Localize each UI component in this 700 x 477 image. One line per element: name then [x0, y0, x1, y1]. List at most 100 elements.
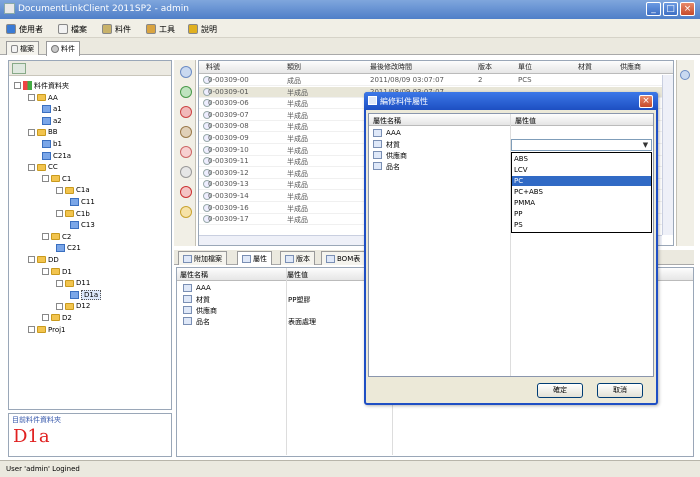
collapse-icon[interactable]	[42, 175, 49, 183]
collapse-icon[interactable]	[56, 210, 63, 217]
table-cell: 0-00309-17	[208, 215, 249, 224]
collapse-icon[interactable]	[56, 302, 63, 310]
tab-parts[interactable]: 料件	[46, 41, 80, 56]
grid-column-header[interactable]: 料號	[206, 62, 220, 72]
collapse-icon[interactable]	[28, 256, 35, 264]
material-option[interactable]: PS	[512, 220, 651, 230]
structure-icon[interactable]	[180, 186, 192, 198]
grid-column-header[interactable]: 版本	[478, 62, 492, 72]
table-cell: 0-00309-10	[208, 145, 249, 154]
grid-column-header[interactable]: 單位	[518, 62, 532, 72]
detail-tab-3[interactable]: BOM表	[321, 251, 366, 265]
collapse-icon[interactable]	[28, 128, 35, 136]
tree-node-d2[interactable]: D2	[42, 312, 72, 323]
status-bar: User 'admin' Logined	[0, 460, 700, 477]
delete-icon[interactable]	[180, 106, 192, 118]
tree-node-d1a[interactable]: D1a	[70, 289, 102, 300]
tools-icon	[146, 24, 156, 34]
detail-tab-0[interactable]: 附加檔案	[178, 251, 227, 265]
right-toolbar	[676, 60, 694, 246]
tree-node-dd[interactable]: DD	[28, 254, 59, 265]
dialog-property-row[interactable]: AAA	[369, 128, 653, 139]
grid-vertical-scrollbar[interactable]	[662, 75, 673, 235]
material-option[interactable]: PC+ABS	[512, 187, 651, 197]
collapse-icon[interactable]	[42, 268, 49, 275]
collapse-icon[interactable]	[42, 233, 49, 241]
grid-column-header[interactable]: 類別	[287, 62, 301, 72]
back-icon[interactable]	[180, 66, 192, 78]
tree-node-proj1[interactable]: Proj1	[28, 324, 66, 335]
menu-tools[interactable]: 工具	[146, 22, 175, 36]
tree-node-bb[interactable]: BB	[28, 127, 58, 138]
tree-node-b1[interactable]: b1	[42, 138, 62, 149]
tree-node-c21[interactable]: C21	[56, 243, 81, 254]
collapse-icon[interactable]	[56, 186, 63, 194]
collapse-icon[interactable]	[14, 82, 21, 89]
material-option[interactable]: PP	[512, 209, 651, 219]
refresh-icon[interactable]	[180, 146, 192, 158]
tree-node-c13[interactable]: C13	[70, 220, 95, 231]
detail-tab-2[interactable]: 版本	[280, 251, 315, 265]
tree-root[interactable]: 料件資料夾	[14, 80, 69, 91]
maximize-button[interactable]: □	[663, 2, 678, 16]
collapse-icon[interactable]	[28, 163, 35, 171]
tree-node-d11[interactable]: D11	[56, 278, 90, 289]
chevron-down-icon[interactable]: ▼	[640, 140, 651, 150]
table-cell: 0-00309-07	[208, 110, 249, 119]
tree-node-c2[interactable]: C2	[42, 231, 71, 242]
part-icon	[70, 197, 79, 206]
cancel-button[interactable]: 取消	[597, 383, 643, 398]
ok-button[interactable]: 確定	[537, 383, 583, 398]
tree-node-c21a[interactable]: C21a	[42, 150, 71, 161]
tree-node-c1[interactable]: C1	[42, 173, 71, 184]
forward-icon[interactable]	[680, 70, 690, 80]
material-option[interactable]: ABS	[512, 154, 651, 164]
tab-icon	[285, 254, 294, 263]
tree-refresh-icon[interactable]	[12, 63, 26, 74]
collapse-icon[interactable]	[28, 94, 35, 101]
tree-node-c1a[interactable]: C1a	[56, 185, 90, 196]
tree-node-c1b[interactable]: C1b	[56, 208, 90, 219]
tree-node-c11[interactable]: C11	[70, 196, 95, 207]
grid-column-header[interactable]: 供應商	[620, 62, 641, 72]
grid-column-header[interactable]: 最後修改時間	[370, 62, 412, 72]
table-row[interactable]: 0-00309-00 成品 2011/08/09 03:07:07 2 PCS	[199, 75, 673, 86]
tab-strip	[0, 38, 700, 55]
menu-user[interactable]: 使用者	[6, 22, 43, 36]
edit-icon[interactable]	[180, 126, 192, 138]
material-option[interactable]: PMMA	[512, 198, 651, 208]
menu-help[interactable]: 說明	[188, 22, 217, 36]
tree-node-cc[interactable]: CC	[28, 162, 58, 173]
menu-file[interactable]: 檔案	[58, 22, 87, 36]
minimize-button[interactable]: _	[646, 2, 661, 16]
grid-column-header[interactable]: 材質	[578, 62, 592, 72]
tab-files[interactable]: 檔案	[6, 41, 39, 55]
dialog-icon	[368, 96, 377, 105]
tree-node-d12[interactable]: D12	[56, 301, 90, 312]
property-value: PP塑膠	[288, 296, 311, 304]
tree-node-a1[interactable]: a1	[42, 104, 62, 115]
folder-icon	[51, 314, 60, 322]
chart-icon[interactable]	[180, 206, 192, 218]
tree-node-d1[interactable]: D1	[42, 266, 72, 277]
material-combobox[interactable]	[511, 139, 652, 151]
link-icon[interactable]	[180, 166, 192, 178]
dialog-close-button[interactable]: ×	[639, 95, 653, 108]
detail-tab-1[interactable]: 屬性	[237, 251, 272, 265]
collapse-icon[interactable]	[42, 314, 49, 322]
collapse-icon[interactable]	[56, 279, 63, 287]
material-option[interactable]: PC	[512, 176, 651, 186]
material-option[interactable]: LCV	[512, 165, 651, 175]
close-button[interactable]: ×	[680, 2, 695, 16]
table-cell: 0-00309-01	[208, 87, 249, 96]
dialog-value-header: 屬性值	[515, 117, 536, 125]
tree-node-a2[interactable]: a2	[42, 115, 62, 126]
tree-node-aa[interactable]: AA	[28, 92, 58, 103]
folder-icon	[37, 128, 46, 136]
collapse-icon[interactable]	[28, 326, 35, 333]
table-cell: 0-00309-09	[208, 134, 249, 142]
menu-part[interactable]: 料件	[102, 22, 131, 36]
table-cell: 半成品	[287, 216, 308, 225]
add-icon[interactable]	[180, 86, 192, 98]
property-icon	[183, 306, 192, 314]
